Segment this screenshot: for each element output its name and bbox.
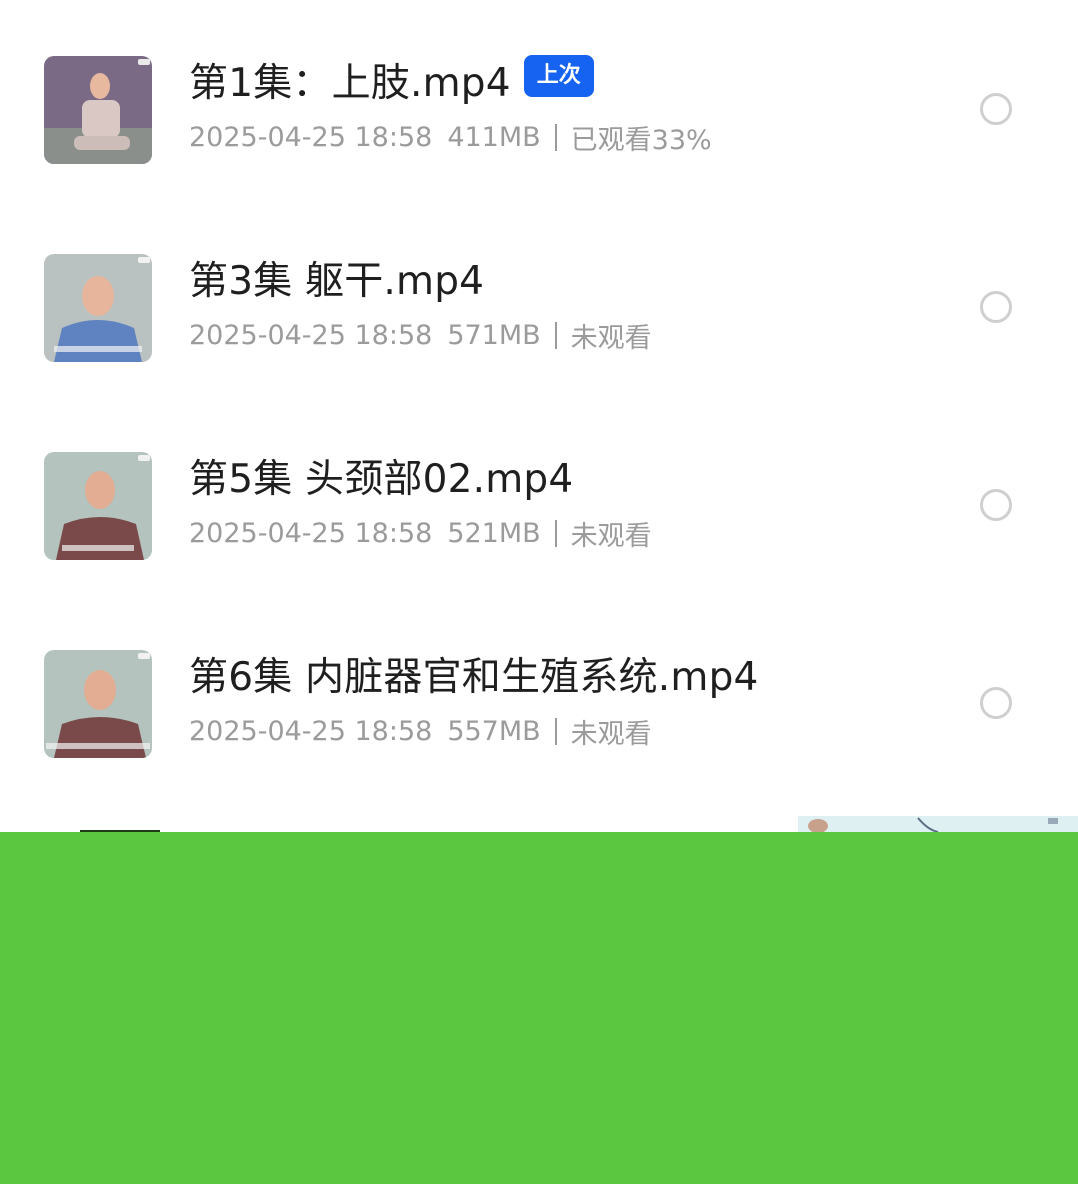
- video-thumbnail: [44, 254, 152, 362]
- meta-divider: [554, 519, 557, 547]
- file-meta: 2025-04-25 18:58 411MB 已观看33%: [189, 117, 712, 157]
- thumbnail-person-head: [82, 276, 114, 316]
- video-thumbnail-image: [44, 56, 152, 164]
- file-date: 2025-04-25 18:58: [189, 715, 433, 747]
- radio-unchecked-icon[interactable]: [980, 93, 1012, 125]
- video-thumbnail: [44, 56, 152, 164]
- radio-unchecked-icon[interactable]: [980, 687, 1012, 719]
- file-title[interactable]: 第3集 躯干.mp4: [189, 250, 484, 306]
- video-thumbnail: [44, 452, 152, 560]
- thumbnail-person-torso: [82, 100, 120, 138]
- watch-status: 已观看33%: [570, 124, 712, 156]
- radio-unchecked-icon[interactable]: [980, 291, 1012, 323]
- thumbnail-subtitle-bar: [54, 346, 142, 352]
- radio-unchecked-icon[interactable]: [980, 489, 1012, 521]
- file-row[interactable]: 第1集：上肢.mp4 上次 2025-04-25 18:58 411MB 已观看…: [0, 11, 1078, 209]
- thumbnail-person-torso: [56, 517, 144, 560]
- thumbnail-person-head: [90, 73, 110, 99]
- watch-status: 未观看: [570, 520, 652, 552]
- title-line: 第3集 躯干.mp4: [189, 251, 484, 305]
- title-line: 第5集 头颈部02.mp4: [189, 449, 573, 503]
- title-line: 第1集：上肢.mp4 上次: [189, 53, 594, 107]
- file-size: 557MB: [447, 715, 541, 747]
- file-meta: 2025-04-25 18:58 571MB 未观看: [189, 315, 652, 355]
- file-size: 571MB: [447, 319, 541, 351]
- file-row[interactable]: 第3集 躯干.mp4 2025-04-25 18:58 571MB 未观看: [0, 209, 1078, 407]
- title-line: 第6集 内脏器官和生殖系统.mp4: [189, 647, 759, 701]
- file-meta: 2025-04-25 18:58 557MB 未观看: [189, 711, 652, 751]
- thumbnail-person-torso: [54, 717, 146, 758]
- thumbnail-logo-mark: [138, 455, 150, 461]
- file-size: 411MB: [447, 121, 541, 153]
- file-title[interactable]: 第5集 头颈部02.mp4: [189, 448, 573, 504]
- video-file-list-screen: 第1集：上肢.mp4 上次 2025-04-25 18:58 411MB 已观看…: [0, 0, 1078, 1184]
- thumbnail-logo-mark: [138, 59, 150, 65]
- thumbnail-person-head: [85, 471, 115, 509]
- thumbnail-subtitle-bar: [46, 743, 150, 749]
- video-thumbnail-image: [44, 650, 152, 758]
- fragment-block: [1048, 818, 1058, 824]
- thumbnail-logo-mark: [138, 653, 150, 659]
- video-thumbnail-image: [44, 452, 152, 560]
- file-date: 2025-04-25 18:58: [189, 319, 433, 351]
- meta-divider: [554, 123, 557, 151]
- file-date: 2025-04-25 18:58: [189, 517, 433, 549]
- green-overlay-panel: [0, 832, 1078, 1184]
- watch-status: 未观看: [570, 718, 652, 750]
- file-row[interactable]: 第5集 头颈部02.mp4 2025-04-25 18:58 521MB 未观看: [0, 407, 1078, 605]
- thumbnail-logo-mark: [138, 257, 150, 263]
- thumbnail-subtitle-bar: [62, 545, 134, 551]
- file-row[interactable]: 第6集 内脏器官和生殖系统.mp4 2025-04-25 18:58 557MB…: [0, 605, 1078, 803]
- thumbnail-person-legs: [74, 136, 130, 150]
- meta-divider: [554, 321, 557, 349]
- watch-status: 未观看: [570, 322, 652, 354]
- file-size: 521MB: [447, 517, 541, 549]
- video-thumbnail: [44, 650, 152, 758]
- file-date: 2025-04-25 18:58: [189, 121, 433, 153]
- file-title[interactable]: 第1集：上肢.mp4: [189, 52, 511, 108]
- fragment-block: [808, 819, 828, 833]
- last-watched-badge: 上次: [523, 55, 594, 97]
- video-thumbnail-image: [44, 254, 152, 362]
- thumbnail-person-torso: [54, 320, 142, 362]
- thumbnail-person-head: [84, 670, 116, 710]
- meta-divider: [554, 717, 557, 745]
- file-meta: 2025-04-25 18:58 521MB 未观看: [189, 513, 652, 553]
- file-title[interactable]: 第6集 内脏器官和生殖系统.mp4: [189, 646, 759, 702]
